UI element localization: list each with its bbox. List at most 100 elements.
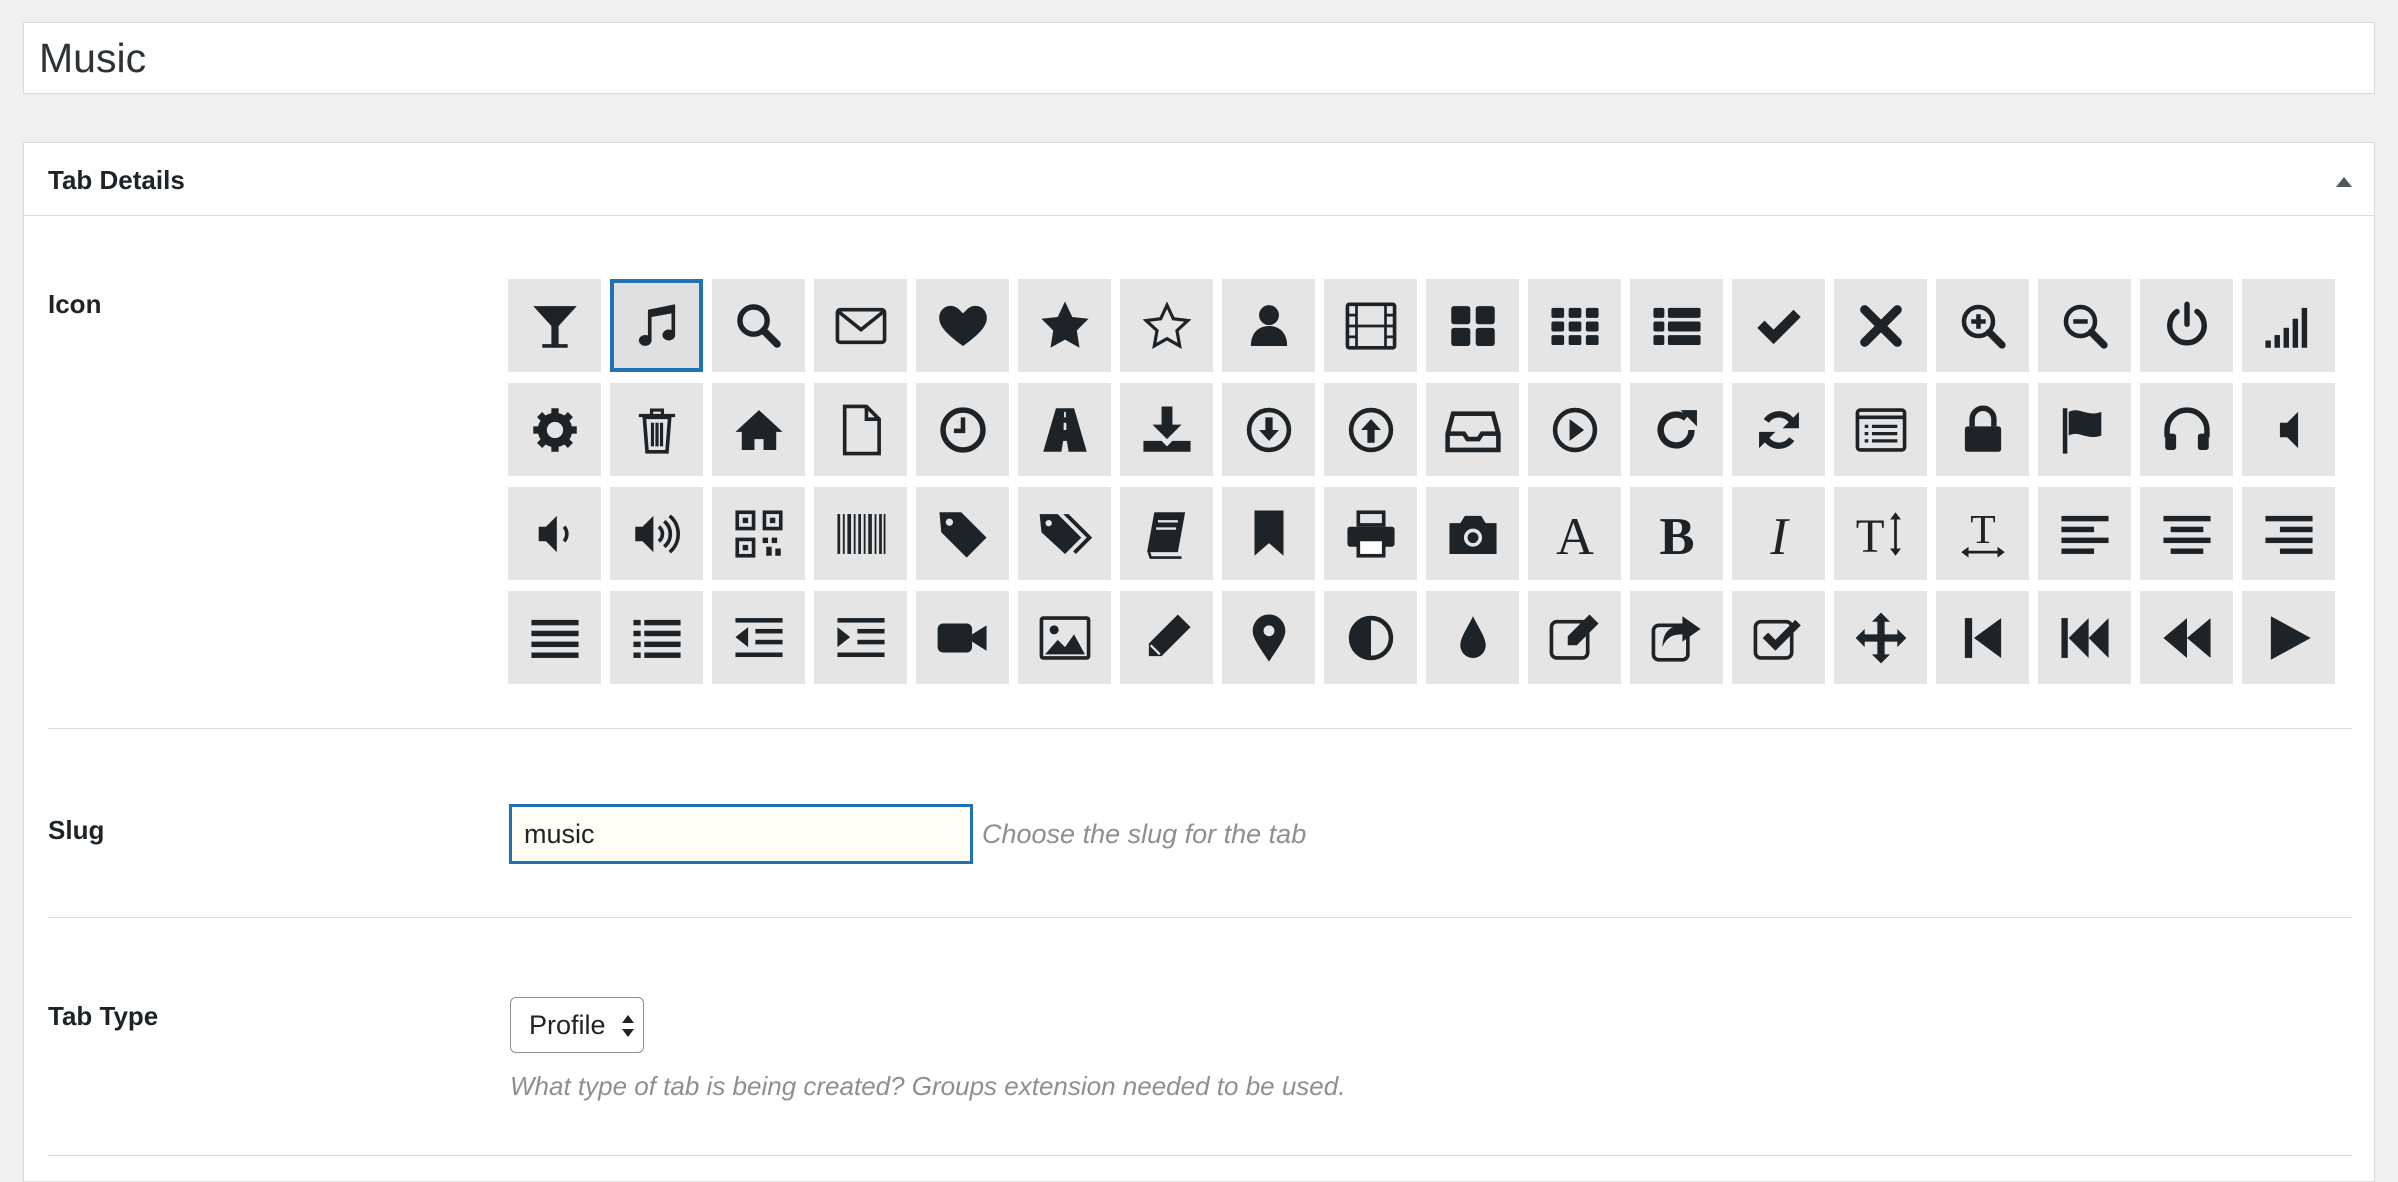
icon-option-map-marker[interactable]: [1222, 591, 1315, 684]
step-backward-icon: [1954, 609, 2012, 667]
icon-option-download[interactable]: [1222, 383, 1315, 476]
volume-off-icon: [2260, 401, 2318, 459]
icon-option-tint[interactable]: [1426, 591, 1519, 684]
envelope-icon: [832, 297, 890, 355]
share-icon: [1648, 609, 1706, 667]
icon-option-picture[interactable]: [1018, 591, 1111, 684]
icon-option-text-height[interactable]: T: [1834, 487, 1927, 580]
icon-option-file[interactable]: [814, 383, 907, 476]
icon-option-bold[interactable]: B: [1630, 487, 1723, 580]
icon-option-time[interactable]: [916, 383, 1009, 476]
icon-option-road[interactable]: [1018, 383, 1111, 476]
icon-option-th-large[interactable]: [1426, 279, 1519, 372]
indent-right-icon: [832, 609, 890, 667]
icon-option-trash[interactable]: [610, 383, 703, 476]
icon-option-align-justify[interactable]: [508, 591, 601, 684]
icon-option-edit[interactable]: [1528, 591, 1621, 684]
icon-option-share[interactable]: [1630, 591, 1723, 684]
heart-icon: [934, 297, 992, 355]
map-marker-icon: [1240, 609, 1298, 667]
inbox-icon: [1444, 401, 1502, 459]
volume-up-icon: [628, 505, 686, 563]
icon-label: Icon: [48, 289, 102, 319]
icon-option-volume-off[interactable]: [2242, 383, 2335, 476]
icon-option-film[interactable]: [1324, 279, 1417, 372]
icon-option-move[interactable]: [1834, 591, 1927, 684]
icon-option-italic[interactable]: I: [1732, 487, 1825, 580]
title-input[interactable]: [24, 23, 2374, 93]
th-list-icon: [1648, 297, 1706, 355]
icon-option-fast-backward[interactable]: [2038, 591, 2131, 684]
svg-text:T: T: [1855, 511, 1884, 563]
icon-option-remove[interactable]: [1834, 279, 1927, 372]
icon-option-adjust[interactable]: [1324, 591, 1417, 684]
icon-option-off[interactable]: [2140, 279, 2233, 372]
svg-text:A: A: [1556, 507, 1594, 562]
icon-option-backward[interactable]: [2140, 591, 2233, 684]
icon-option-volume-down[interactable]: [508, 487, 601, 580]
icon-option-upload[interactable]: [1324, 383, 1417, 476]
icon-option-play-circle[interactable]: [1528, 383, 1621, 476]
icon-option-star[interactable]: [1018, 279, 1111, 372]
slug-input[interactable]: [510, 805, 972, 863]
icon-option-camera[interactable]: [1426, 487, 1519, 580]
icon-option-lock[interactable]: [1936, 383, 2029, 476]
icon-option-music[interactable]: [610, 279, 703, 372]
icon-option-tags[interactable]: [1018, 487, 1111, 580]
film-icon: [1342, 297, 1400, 355]
icon-option-search[interactable]: [712, 279, 805, 372]
icon-option-home[interactable]: [712, 383, 805, 476]
icon-option-repeat[interactable]: [1630, 383, 1723, 476]
icon-option-book[interactable]: [1120, 487, 1213, 580]
icon-option-heart[interactable]: [916, 279, 1009, 372]
icon-option-list[interactable]: [610, 591, 703, 684]
icon-option-glass[interactable]: [508, 279, 601, 372]
icon-option-headphones[interactable]: [2140, 383, 2233, 476]
icon-option-print[interactable]: [1324, 487, 1417, 580]
icon-option-align-left[interactable]: [2038, 487, 2131, 580]
tab-type-select[interactable]: Profile: [510, 997, 644, 1053]
icon-option-download-alt[interactable]: [1120, 383, 1213, 476]
icon-option-font[interactable]: A: [1528, 487, 1621, 580]
icon-option-zoom-in[interactable]: [1936, 279, 2029, 372]
adjust-icon: [1342, 609, 1400, 667]
collapse-arrow-icon[interactable]: [2332, 169, 2356, 193]
select-arrows-icon: [622, 1015, 634, 1037]
icon-option-zoom-out[interactable]: [2038, 279, 2131, 372]
volume-down-icon: [526, 505, 584, 563]
icon-option-star-empty[interactable]: [1120, 279, 1213, 372]
refresh-icon: [1750, 401, 1808, 459]
icon-option-volume-up[interactable]: [610, 487, 703, 580]
panel-header[interactable]: Tab Details: [24, 143, 2374, 216]
icon-option-ok[interactable]: [1732, 279, 1825, 372]
icon-option-play[interactable]: [2242, 591, 2335, 684]
icon-option-qrcode[interactable]: [712, 487, 805, 580]
icon-option-list-alt[interactable]: [1834, 383, 1927, 476]
icon-option-align-right[interactable]: [2242, 487, 2335, 580]
trash-icon: [628, 401, 686, 459]
tab-details-panel: Tab Details Icon A B I T T Slug Choose the s…: [23, 142, 2375, 1182]
icon-option-barcode[interactable]: [814, 487, 907, 580]
icon-option-align-center[interactable]: [2140, 487, 2233, 580]
icon-option-pencil[interactable]: [1120, 591, 1213, 684]
icon-option-facetime-video[interactable]: [916, 591, 1009, 684]
icon-option-refresh[interactable]: [1732, 383, 1825, 476]
icon-option-envelope[interactable]: [814, 279, 907, 372]
icon-option-step-backward[interactable]: [1936, 591, 2029, 684]
road-icon: [1036, 401, 1094, 459]
icon-option-indent-right[interactable]: [814, 591, 907, 684]
icon-option-signal[interactable]: [2242, 279, 2335, 372]
facetime-video-icon: [934, 609, 992, 667]
icon-option-check[interactable]: [1732, 591, 1825, 684]
icon-option-user[interactable]: [1222, 279, 1315, 372]
icon-option-indent-left[interactable]: [712, 591, 805, 684]
icon-option-th[interactable]: [1528, 279, 1621, 372]
icon-option-th-list[interactable]: [1630, 279, 1723, 372]
icon-option-cog[interactable]: [508, 383, 601, 476]
zoom-in-icon: [1954, 297, 2012, 355]
icon-option-inbox[interactable]: [1426, 383, 1519, 476]
icon-option-text-width[interactable]: T: [1936, 487, 2029, 580]
icon-option-bookmark[interactable]: [1222, 487, 1315, 580]
icon-option-flag[interactable]: [2038, 383, 2131, 476]
icon-option-tag[interactable]: [916, 487, 1009, 580]
